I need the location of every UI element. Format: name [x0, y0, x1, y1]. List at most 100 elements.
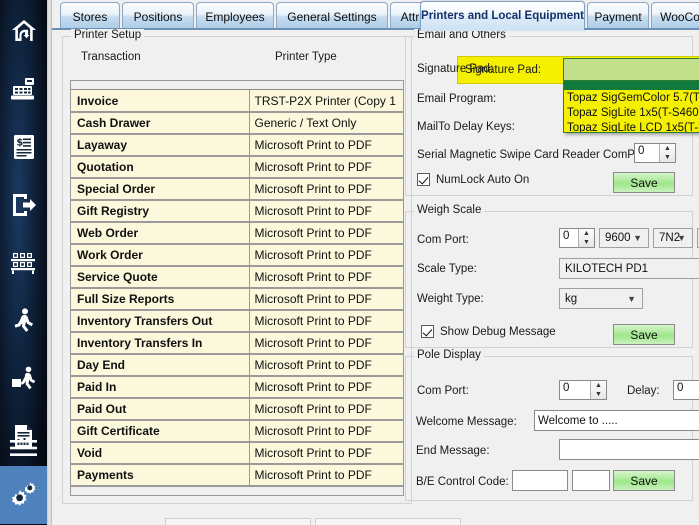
- cell-printer: Microsoft Print to PDF: [249, 310, 403, 333]
- table-row[interactable]: Web Order Microsoft Print to PDF: [71, 222, 403, 245]
- sidebar-item-logout[interactable]: [0, 176, 47, 234]
- sidebar-item-register[interactable]: [0, 60, 47, 118]
- save-button-pole-display[interactable]: Save: [613, 470, 675, 491]
- exit-arrow-icon: [11, 193, 37, 217]
- cell-printer: Microsoft Print to PDF: [249, 288, 403, 311]
- tab-stores[interactable]: Stores: [60, 2, 120, 30]
- save-label: Save: [630, 327, 658, 342]
- bottom-tab-2[interactable]: [315, 518, 461, 525]
- tab-general-settings[interactable]: General Settings: [276, 2, 388, 30]
- weigh-baud-value: 9600: [605, 232, 631, 244]
- weigh-comport-stepper[interactable]: 0 ▲ ▼: [559, 228, 595, 248]
- pole-delay-value: 0: [677, 382, 684, 394]
- numlock-auto-on-checkbox[interactable]: NumLock Auto On: [417, 173, 529, 186]
- table-row[interactable]: Cash Drawer Generic / Text Only: [71, 112, 403, 135]
- scale-type-select[interactable]: KILOTECH PD1▼: [559, 258, 699, 279]
- cell-transaction: Cash Drawer: [71, 112, 250, 135]
- checkbox-box: [417, 173, 430, 186]
- pole-display-title: Pole Display: [414, 349, 484, 361]
- cell-transaction: Gift Certificate: [71, 420, 250, 443]
- tab-wooco[interactable]: WooCo: [651, 2, 699, 30]
- table-row[interactable]: Special Order Microsoft Print to PDF: [71, 178, 403, 201]
- table-row[interactable]: Paid Out Microsoft Print to PDF: [71, 398, 403, 421]
- spin-up-icon[interactable]: ▲: [660, 144, 675, 153]
- pole-comport-stepper[interactable]: 0 ▲ ▼: [559, 380, 607, 400]
- signature-pad-select[interactable]: ⌄: [563, 58, 699, 81]
- dropdown-option[interactable]: Topaz SigLite LCD 1x5(T-LBK462): [564, 121, 699, 132]
- spin-down-icon[interactable]: ▼: [660, 153, 675, 162]
- weigh-comport-value: 0: [563, 230, 570, 242]
- save-button-weigh-scale[interactable]: Save: [613, 324, 675, 345]
- cell-transaction: Paid Out: [71, 398, 250, 421]
- debug-label: Show Debug Message: [440, 325, 556, 338]
- spin-up-icon[interactable]: ▲: [591, 381, 606, 390]
- swipe-comport-stepper[interactable]: 0 ▲ ▼: [634, 143, 676, 163]
- table-row[interactable]: Invoice TRST-P2X Printer (Copy 1: [71, 90, 403, 113]
- table-row[interactable]: Void Microsoft Print to PDF: [71, 442, 403, 465]
- weigh-baud-rate-select[interactable]: 9600 ▼: [599, 228, 649, 248]
- welcome-message-input[interactable]: Welcome to .....: [534, 410, 699, 431]
- spinner-buttons[interactable]: ▲ ▼: [590, 381, 606, 399]
- sidebar-item-shipping[interactable]: [0, 350, 47, 408]
- weigh-parity-select[interactable]: 7N2 ▼: [653, 228, 693, 248]
- tab-printers-and-local-equipment[interactable]: Printers and Local Equipment: [420, 1, 585, 31]
- sidebar-item-inventory[interactable]: [0, 234, 47, 292]
- table-row[interactable]: Quotation Microsoft Print to PDF: [71, 156, 403, 179]
- cell-printer: Microsoft Print to PDF: [249, 222, 403, 245]
- cell-transaction: Invoice: [71, 90, 250, 113]
- end-message-label: End Message:: [416, 445, 490, 457]
- sidebar-item-menu-visible[interactable]: [8, 438, 39, 458]
- spinner-buttons[interactable]: ▲ ▼: [578, 229, 594, 247]
- table-row[interactable]: Gift Registry Microsoft Print to PDF: [71, 200, 403, 223]
- weight-type-label: Weight Type:: [417, 293, 484, 305]
- dropdown-option[interactable]: Topaz SigLite 1x5(T-S460): [564, 106, 699, 121]
- table-row[interactable]: Service Quote Microsoft Print to PDF: [71, 266, 403, 289]
- cell-printer: Microsoft Print to PDF: [249, 156, 403, 179]
- pole-delay-stepper[interactable]: 0 ▲▼: [673, 380, 699, 400]
- save-label: Save: [630, 473, 658, 488]
- application-window: $ Stores Positions Employees General Set…: [0, 0, 699, 525]
- table-row[interactable]: Full Size Reports Microsoft Print to PDF: [71, 288, 403, 311]
- tab-employees[interactable]: Employees: [196, 2, 274, 30]
- tab-label: General Settings: [287, 9, 377, 24]
- cell-transaction: Special Order: [71, 178, 250, 201]
- email-program-label: Email Program:: [417, 93, 497, 105]
- cell-transaction: Web Order: [71, 222, 250, 245]
- tab-positions[interactable]: Positions: [122, 2, 194, 30]
- sidebar-item-invoice[interactable]: $: [0, 118, 47, 176]
- spin-down-icon[interactable]: ▼: [591, 390, 606, 399]
- weight-type-select[interactable]: kg ▼: [559, 288, 643, 309]
- spinner-buttons[interactable]: ▲ ▼: [659, 144, 675, 162]
- save-button-email[interactable]: Save: [613, 172, 675, 193]
- dropdown-option[interactable]: Topaz SigGemColor 5.7(T-LBK57): [564, 91, 699, 106]
- column-header-printer-type: Printer Type: [275, 51, 337, 63]
- sidebar-item-customer[interactable]: [0, 292, 47, 350]
- printer-setup-table[interactable]: Invoice TRST-P2X Printer (Copy 1 Cash Draw…: [70, 80, 404, 496]
- bottom-tab-1[interactable]: [165, 518, 311, 525]
- table-row[interactable]: Paid In Microsoft Print to PDF: [71, 376, 403, 399]
- tab-payment[interactable]: Payment: [587, 2, 649, 30]
- sidebar-item-home[interactable]: [0, 2, 47, 60]
- spin-up-icon[interactable]: ▲: [579, 229, 594, 238]
- table-row[interactable]: Day End Microsoft Print to PDF: [71, 354, 403, 377]
- tab-label: Printers and Local Equipment: [421, 9, 584, 22]
- sidebar-item-settings[interactable]: [0, 466, 47, 524]
- cell-transaction: Full Size Reports: [71, 288, 250, 311]
- tab-label: Employees: [205, 9, 265, 24]
- dropdown-selected-empty-row[interactable]: [563, 81, 699, 90]
- end-message-input[interactable]: [559, 439, 699, 460]
- tab-label: WooCo: [660, 9, 699, 24]
- table-row[interactable]: Work Order Microsoft Print to PDF: [71, 244, 403, 267]
- table-row[interactable]: Layaway Microsoft Print to PDF: [71, 134, 403, 157]
- table-row[interactable]: Inventory Transfers Out Microsoft Print t…: [71, 310, 403, 333]
- spin-down-icon[interactable]: ▼: [579, 238, 594, 247]
- show-debug-message-checkbox[interactable]: Show Debug Message: [421, 325, 556, 338]
- cell-printer: Microsoft Print to PDF: [249, 354, 403, 377]
- table-row[interactable]: Payments Microsoft Print to PDF: [71, 464, 403, 487]
- table-row[interactable]: Gift Certificate Microsoft Print to PDF: [71, 420, 403, 443]
- cell-transaction: Layaway: [71, 134, 250, 157]
- be-control-code-input-1[interactable]: [512, 470, 568, 491]
- be-control-code-input-2[interactable]: [572, 470, 610, 491]
- table-row[interactable]: Inventory Transfers In Microsoft Print to…: [71, 332, 403, 355]
- signature-pad-label-top: Signature Pad:: [465, 64, 542, 76]
